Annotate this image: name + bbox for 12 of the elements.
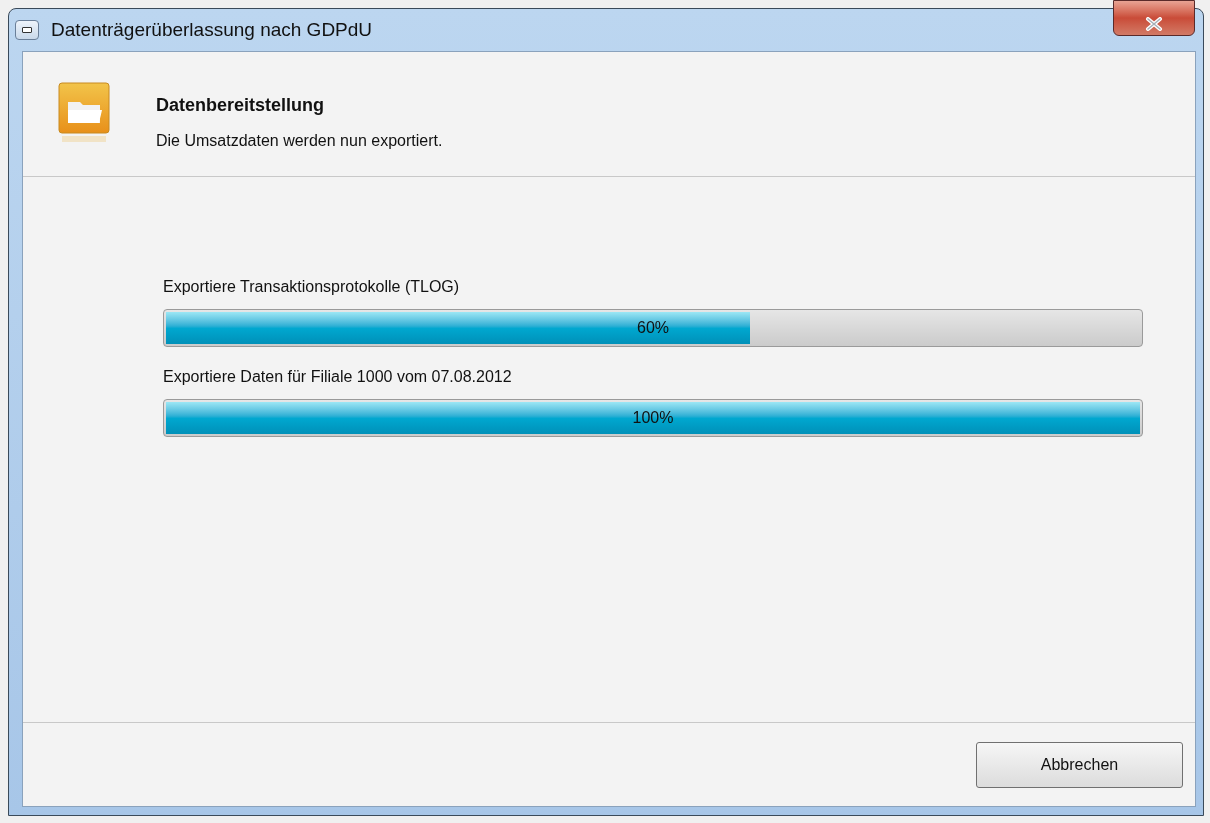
progress-reading: 60%	[636, 318, 670, 338]
folder-icon	[58, 82, 110, 142]
step-title: Datenbereitstellung	[156, 94, 326, 117]
window-title: Datenträgerüberlassung nach GDPdU	[51, 17, 373, 42]
progress-label: Exportiere Daten für Filiale 1000 vom 07.08.2012	[163, 367, 513, 387]
system-menu-icon[interactable]	[15, 20, 39, 40]
step-description: Die Umsatzdaten werden nun exportiert.	[156, 131, 443, 151]
progress-label: Exportiere Transaktionsprotokolle (TLOG)	[163, 277, 461, 297]
progress-reading: 100%	[631, 408, 675, 428]
close-button[interactable]	[1113, 0, 1195, 36]
close-icon	[1145, 17, 1163, 31]
cancel-button[interactable]: Abbrechen	[976, 741, 1183, 788]
